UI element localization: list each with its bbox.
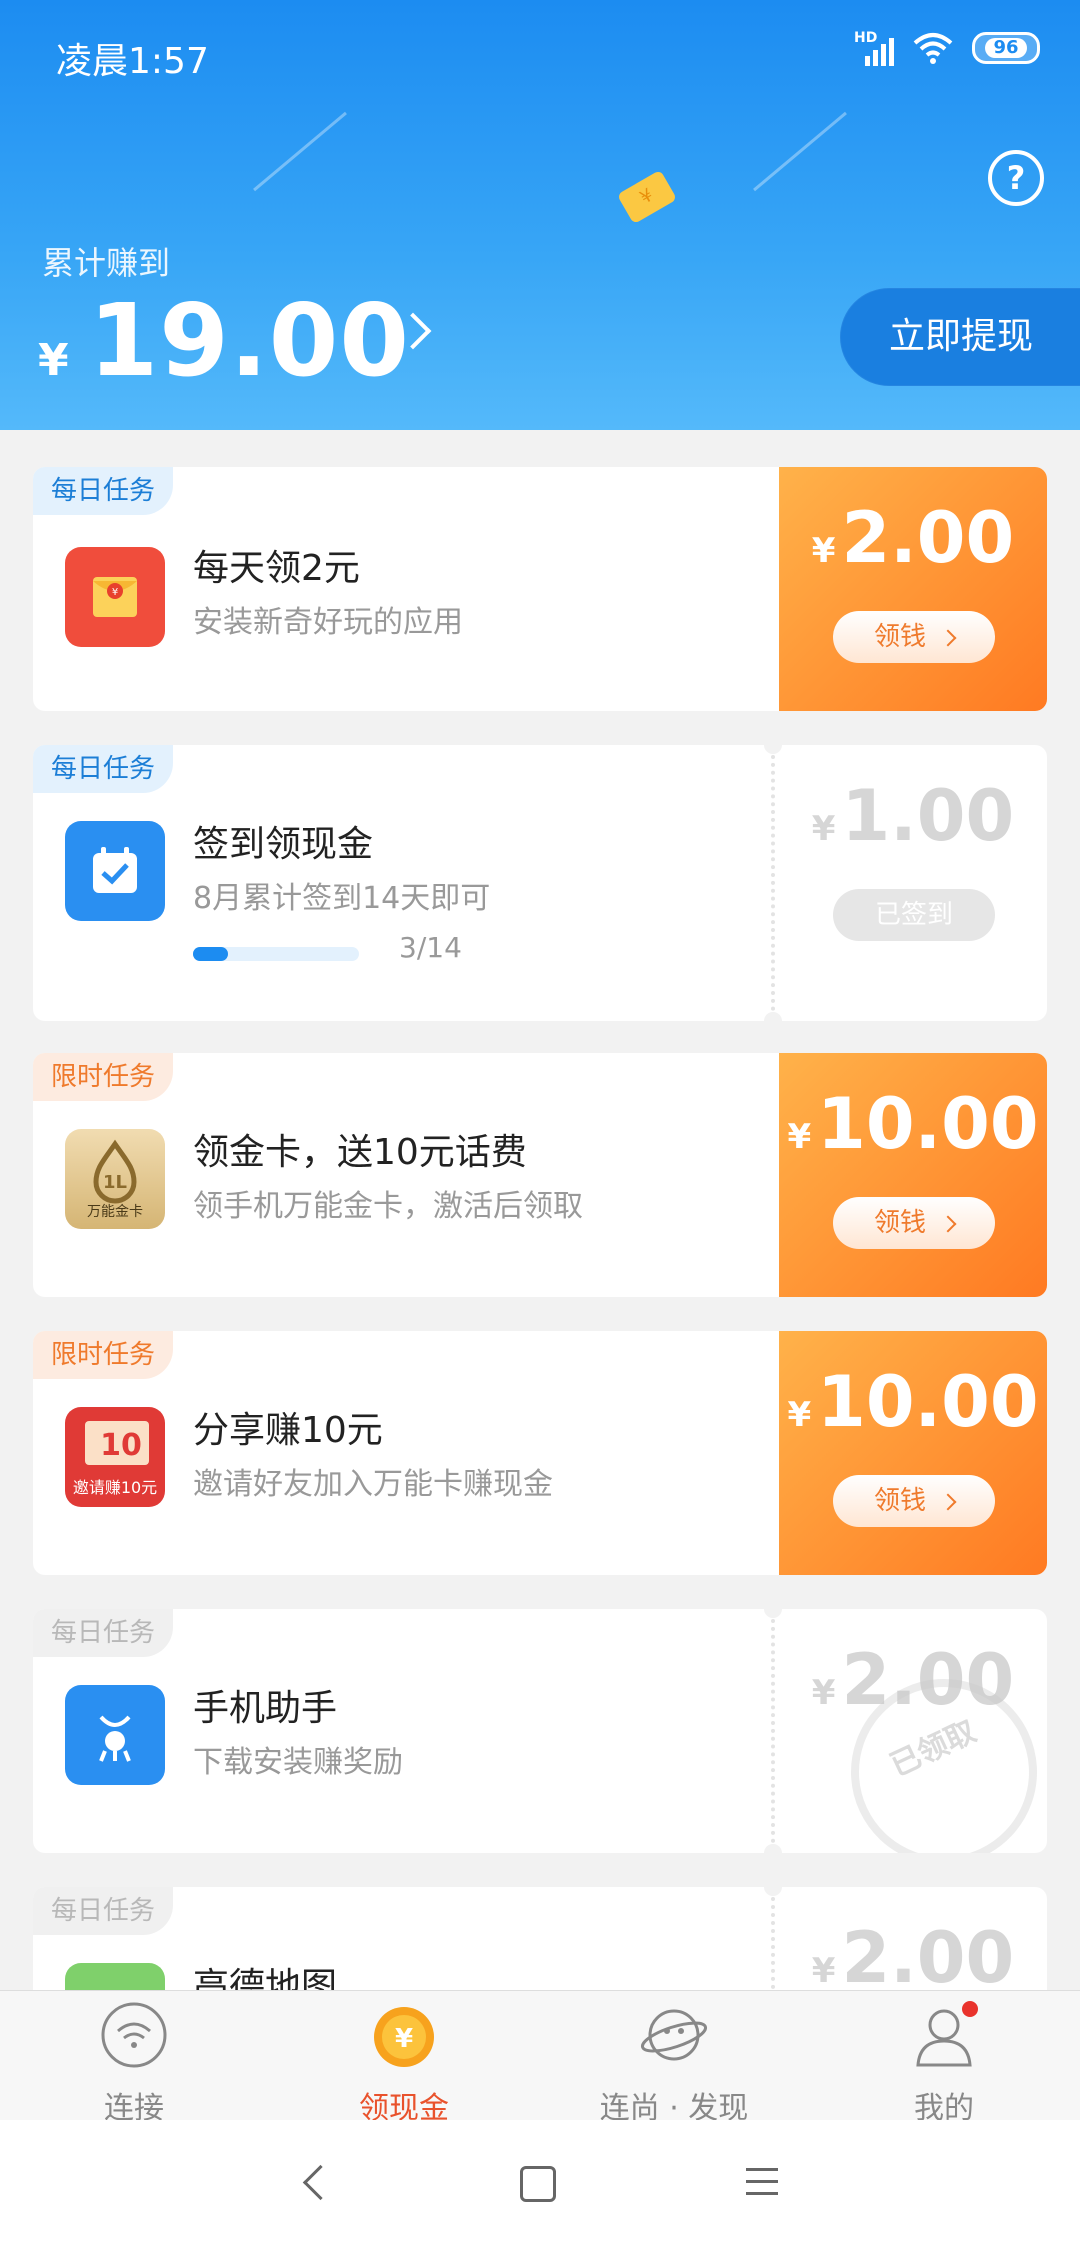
gold-card-icon: 1L 万能金卡 xyxy=(65,1129,165,1229)
decor-streak xyxy=(253,111,347,192)
reward-panel: ¥1.00 已签到 xyxy=(779,745,1047,1021)
currency-symbol: ¥ xyxy=(811,531,836,571)
claim-button[interactable]: 领钱 xyxy=(833,1475,995,1527)
planet-icon xyxy=(640,2009,708,2061)
task-tag: 每日任务 xyxy=(33,1887,174,1935)
claim-button[interactable]: 领钱 xyxy=(833,1197,995,1249)
signal-icon: HD xyxy=(854,30,894,66)
task-subtitle: 安装新奇好玩的应用 xyxy=(193,605,463,640)
currency-symbol: ¥ xyxy=(38,335,69,386)
currency-symbol: ¥ xyxy=(787,1117,812,1157)
reward-amount: 2.00 xyxy=(841,1917,1015,1999)
status-icons: HD 96 xyxy=(854,30,1040,66)
currency-symbol: ¥ xyxy=(787,1395,812,1435)
reward-panel: ¥2.00 已领取 xyxy=(779,1609,1047,1853)
task-title: 手机助手 xyxy=(193,1688,338,1729)
reward-panel: ¥10.00 领钱 xyxy=(779,1053,1047,1297)
task-title: 领金卡，送10元话费 xyxy=(193,1132,527,1173)
battery-level: 96 xyxy=(985,38,1027,58)
svg-text:1L: 1L xyxy=(103,1172,127,1193)
task-subtitle: 邀请好友加入万能卡赚现金 xyxy=(193,1467,553,1502)
task-subtitle: 8月累计签到14天即可 xyxy=(193,881,491,916)
menu-icon[interactable] xyxy=(746,2168,778,2204)
earn-total[interactable]: ¥ 19.00 xyxy=(38,282,410,399)
chevron-right-icon xyxy=(939,1215,957,1232)
currency-symbol: ¥ xyxy=(811,1951,836,1991)
chevron-right-icon xyxy=(939,629,957,646)
claim-label: 领钱 xyxy=(873,622,926,652)
currency-symbol: ¥ xyxy=(811,809,836,849)
invite-ticket-text: 邀请赚10元 xyxy=(73,1478,157,1497)
task-tag: 每日任务 xyxy=(33,1609,174,1657)
reward-amount: 10.00 xyxy=(817,1361,1039,1443)
task-tag: 每日任务 xyxy=(33,467,174,515)
task-title: 分享赚10元 xyxy=(193,1410,383,1451)
progress-text: 3/14 xyxy=(399,931,462,964)
earn-label: 累计赚到 xyxy=(42,244,171,282)
claim-label: 领钱 xyxy=(873,1486,926,1516)
help-icon[interactable]: ? xyxy=(988,150,1044,206)
task-card[interactable]: 每日任务 签到领现金 8月累计签到14天即可 3/14 ¥1.00 已签到 xyxy=(33,745,1047,1021)
reward-amount: 1.00 xyxy=(841,775,1015,857)
withdraw-button[interactable]: 立即提现 xyxy=(840,288,1080,386)
person-icon xyxy=(916,2001,978,2067)
invite-ticket-number: 10 xyxy=(100,1428,142,1463)
shopping-bag-icon xyxy=(65,1685,165,1785)
currency-symbol: ¥ xyxy=(811,1673,836,1713)
task-title: 签到领现金 xyxy=(193,824,374,865)
claim-button[interactable]: 领钱 xyxy=(833,611,995,663)
task-tag: 限时任务 xyxy=(33,1331,174,1379)
wifi-icon xyxy=(913,33,953,64)
gold-card-icon-text: 万能金卡 xyxy=(87,1204,143,1220)
task-card[interactable]: 限时任务 10 邀请赚10元 分享赚10元 邀请好友加入万能卡赚现金 ¥10.00… xyxy=(33,1331,1047,1575)
decor-streak xyxy=(753,111,847,192)
signin-progress xyxy=(193,947,359,961)
task-title: 每天领2元 xyxy=(193,548,360,589)
red-envelope-icon: ¥ xyxy=(65,547,165,647)
task-tag: 限时任务 xyxy=(33,1053,174,1101)
task-card[interactable]: 限时任务 1L 万能金卡 领金卡，送10元话费 领手机万能金卡，激活后领取 ¥10… xyxy=(33,1053,1047,1297)
coin-icon: ¥ xyxy=(374,2007,434,2067)
claim-label: 领钱 xyxy=(873,1208,926,1238)
home-icon[interactable] xyxy=(520,2166,556,2202)
task-card[interactable]: 每日任务 手机助手 下载安装赚奖励 ¥2.00 已领取 xyxy=(33,1609,1047,1853)
back-icon[interactable] xyxy=(302,2164,339,2201)
chevron-right-icon xyxy=(939,1493,957,1510)
bottom-nav: 连接 ¥ 领现金 连尚 · 发现 我的 xyxy=(0,1990,1080,2126)
signed-button: 已签到 xyxy=(833,889,995,941)
reward-panel: ¥2.00 领钱 xyxy=(779,467,1047,711)
floating-coin-icon: ¥ xyxy=(616,169,678,225)
svg-text:¥: ¥ xyxy=(395,2024,413,2054)
header: ¥ 凌晨1:57 HD 96 ? 累计赚到 ¥ 19.00 立即提现 xyxy=(0,0,1080,430)
task-card[interactable]: 每日任务 ¥ 每天领2元 安装新奇好玩的应用 ¥2.00 领钱 xyxy=(33,467,1047,711)
task-subtitle: 领手机万能金卡，激活后领取 xyxy=(193,1189,583,1224)
reward-amount: 10.00 xyxy=(817,1083,1039,1165)
calendar-check-icon xyxy=(65,821,165,921)
svg-text:¥: ¥ xyxy=(112,587,118,598)
battery-icon: 96 xyxy=(972,32,1040,64)
invite-ticket-icon: 10 邀请赚10元 xyxy=(65,1407,165,1507)
task-subtitle: 下载安装赚奖励 xyxy=(193,1745,403,1780)
reward-panel: ¥10.00 领钱 xyxy=(779,1331,1047,1575)
status-time: 凌晨1:57 xyxy=(56,41,209,82)
reward-amount: 2.00 xyxy=(841,497,1015,579)
system-nav-bar xyxy=(0,2120,1080,2248)
earn-total-value: 19.00 xyxy=(88,282,410,399)
wifi-icon xyxy=(101,2002,167,2068)
task-tag: 每日任务 xyxy=(33,745,174,793)
